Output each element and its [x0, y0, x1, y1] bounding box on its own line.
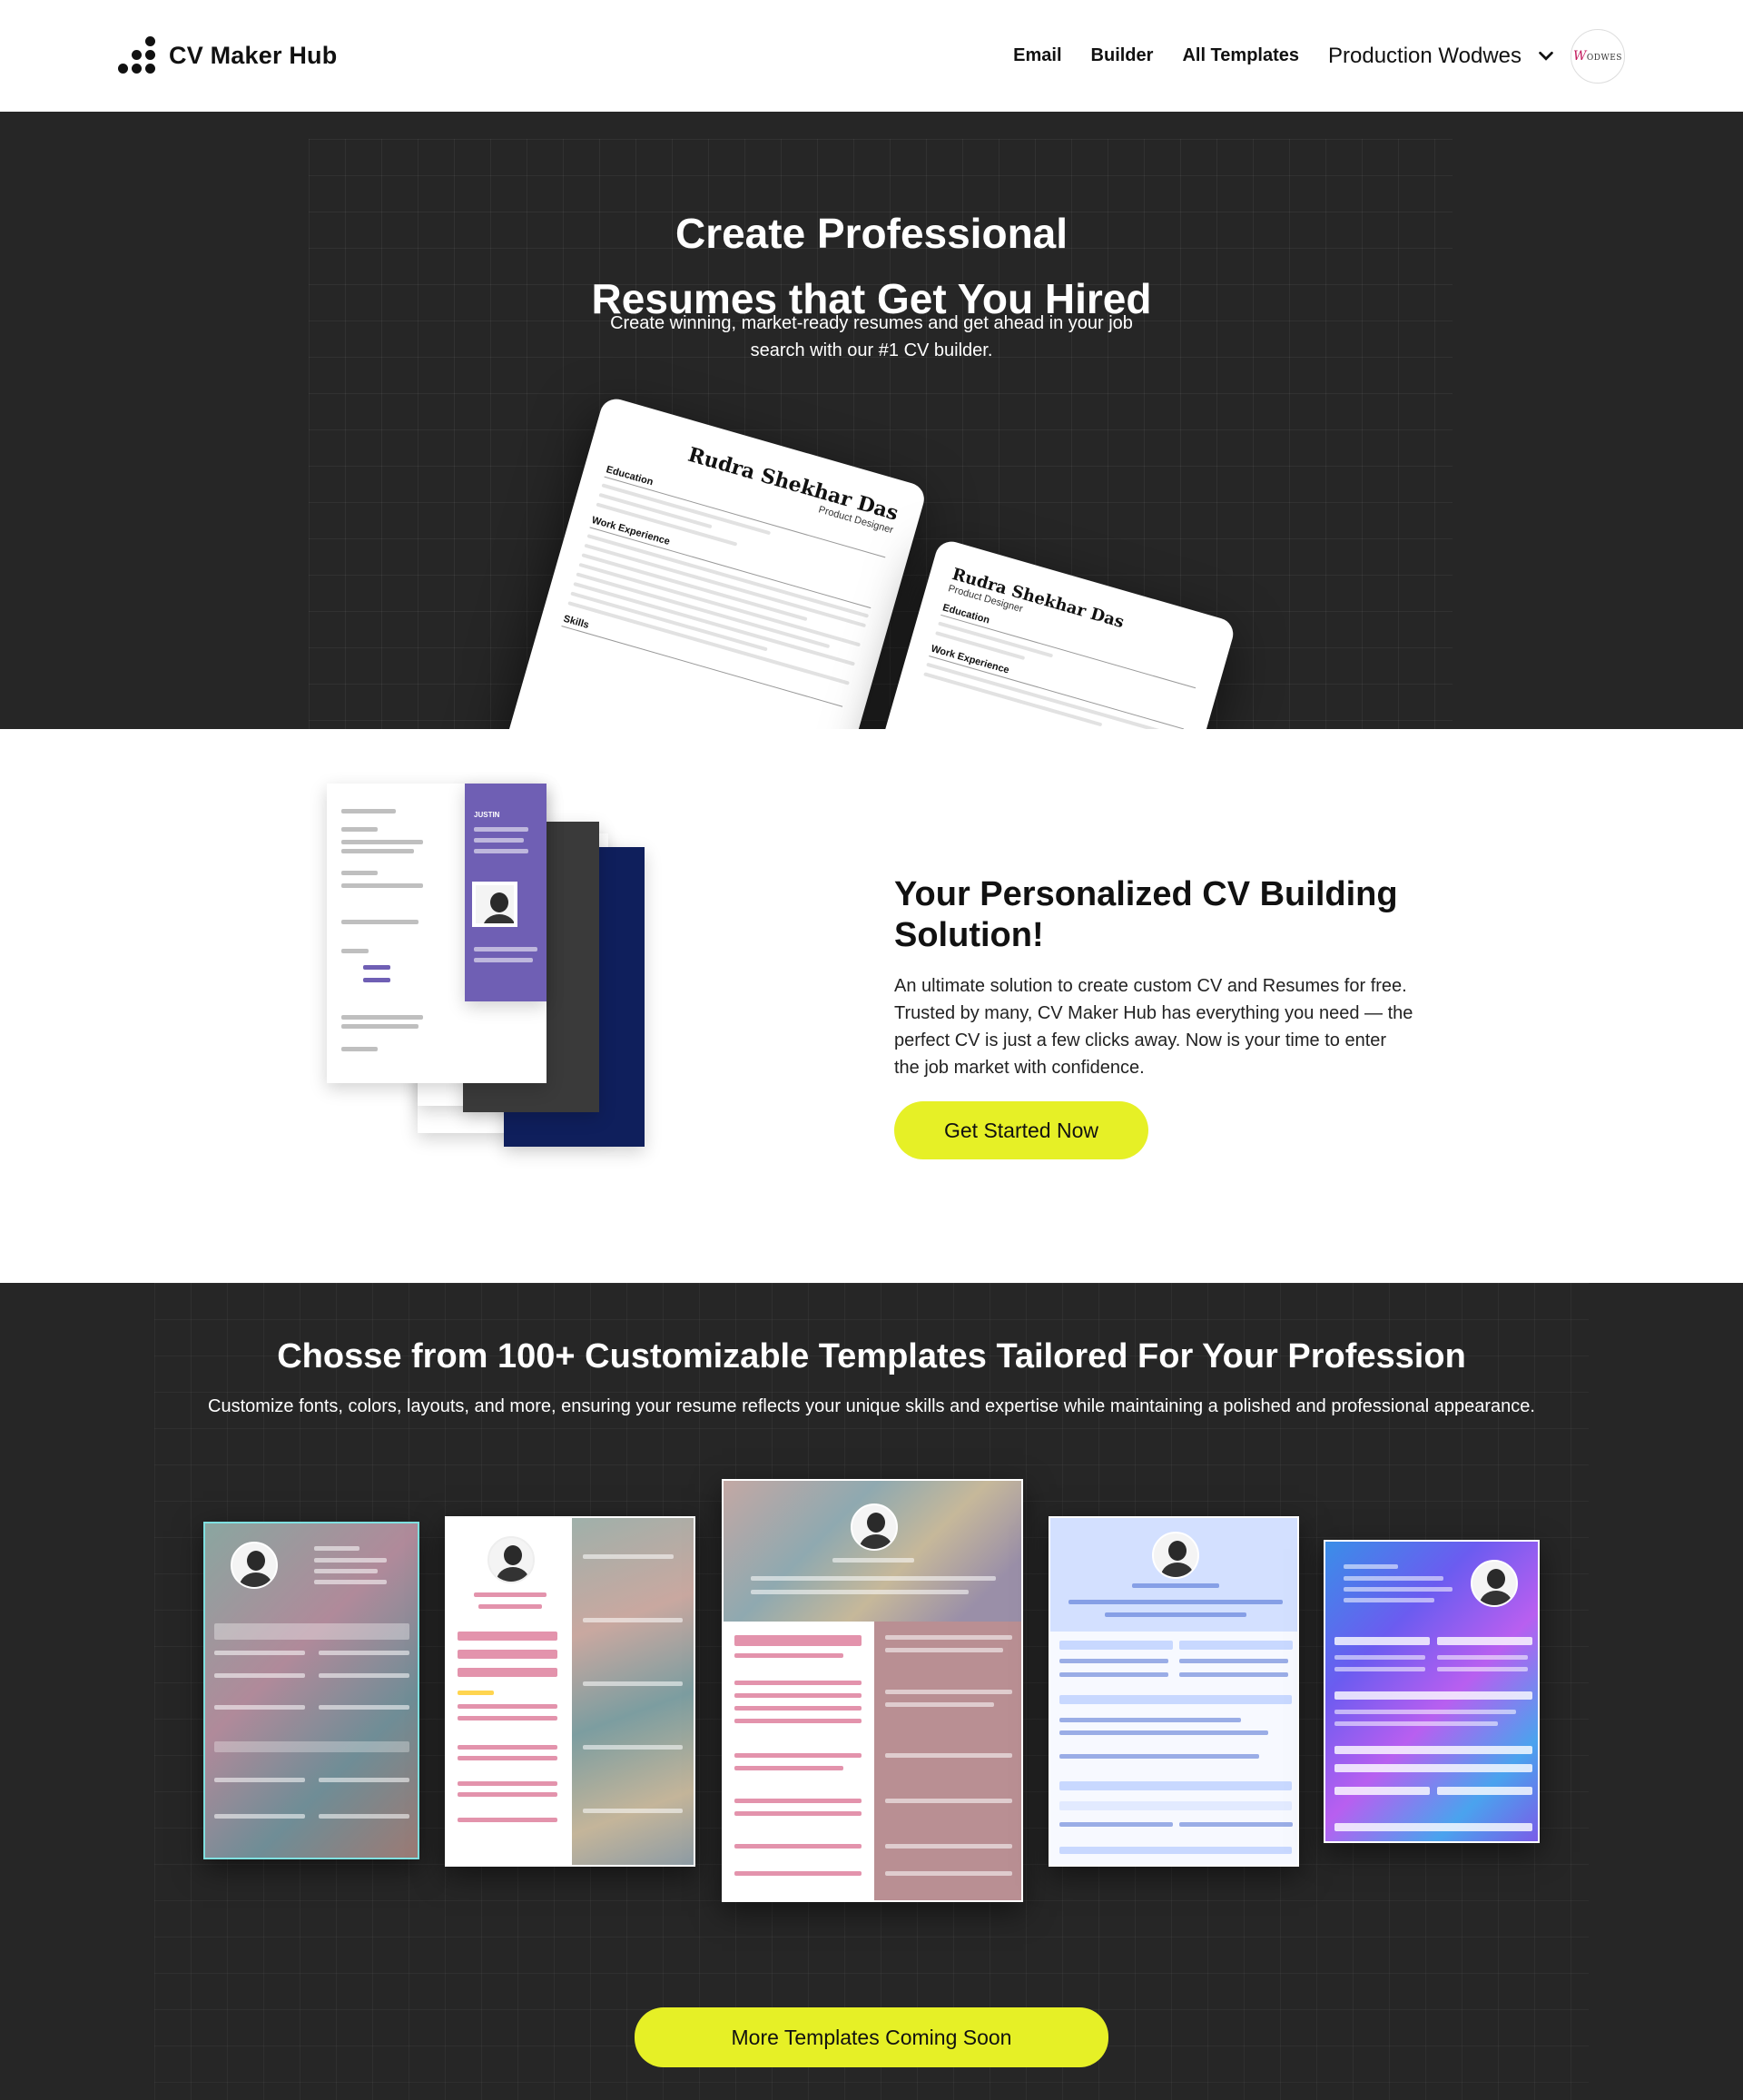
- preview-name: JUSTIN: [474, 811, 500, 819]
- templates-title: Chosse from 100+ Customizable Templates …: [277, 1337, 1466, 1375]
- template-avatar: [487, 1536, 535, 1583]
- hero-section: Create Professional Resumes that Get You…: [0, 112, 1743, 729]
- nav-menu: Email Builder All Templates Production W…: [1013, 28, 1625, 84]
- personalized-section: JUSTIN Your Personalized CV Building Sol…: [0, 729, 1743, 1283]
- template-avatar: [1471, 1560, 1518, 1607]
- get-started-button[interactable]: Get Started Now: [894, 1101, 1148, 1159]
- template-card-mauve-featured[interactable]: [722, 1479, 1023, 1902]
- preview-photo: [472, 882, 517, 927]
- chevron-down-icon: [1539, 51, 1553, 61]
- template-card-purple-watercolor[interactable]: [1324, 1540, 1540, 1843]
- templates-subtitle: Customize fonts, colors, layouts, and mo…: [208, 1396, 1535, 1416]
- hero-subtitle: Create winning, market-ready resumes and…: [610, 313, 1133, 360]
- template-card-light-blue[interactable]: [1049, 1516, 1299, 1867]
- user-menu[interactable]: Production Wodwes WODWES: [1328, 28, 1625, 84]
- nav-link-all-templates[interactable]: All Templates: [1182, 45, 1299, 66]
- personalized-title: Your Personalized CV Building Solution!: [894, 875, 1398, 954]
- top-navbar: CV Maker Hub Email Builder All Templates…: [0, 0, 1743, 112]
- template-card-mosaic-teal[interactable]: [203, 1522, 419, 1859]
- templates-section: Chosse from 100+ Customizable Templates …: [0, 1283, 1743, 2100]
- more-templates-button[interactable]: More Templates Coming Soon: [635, 2007, 1108, 2067]
- nav-link-builder[interactable]: Builder: [1091, 45, 1154, 66]
- template-avatar: [851, 1504, 898, 1551]
- resume-stack-illustration: JUSTIN: [327, 784, 645, 1165]
- logo[interactable]: CV Maker Hub: [118, 35, 338, 76]
- user-avatar[interactable]: WODWES: [1571, 28, 1625, 84]
- template-avatar: [231, 1542, 278, 1589]
- logo-text: CV Maker Hub: [169, 42, 338, 69]
- logo-dots-icon: [118, 35, 158, 76]
- template-avatar: [1152, 1532, 1199, 1579]
- avatar-logo: WODWES: [1573, 48, 1622, 64]
- nav-link-email[interactable]: Email: [1013, 45, 1061, 66]
- user-name: Production Wodwes: [1328, 43, 1521, 68]
- template-card-pink-mosaic[interactable]: [445, 1516, 695, 1867]
- personalized-description: An ultimate solution to create custom CV…: [894, 976, 1413, 1078]
